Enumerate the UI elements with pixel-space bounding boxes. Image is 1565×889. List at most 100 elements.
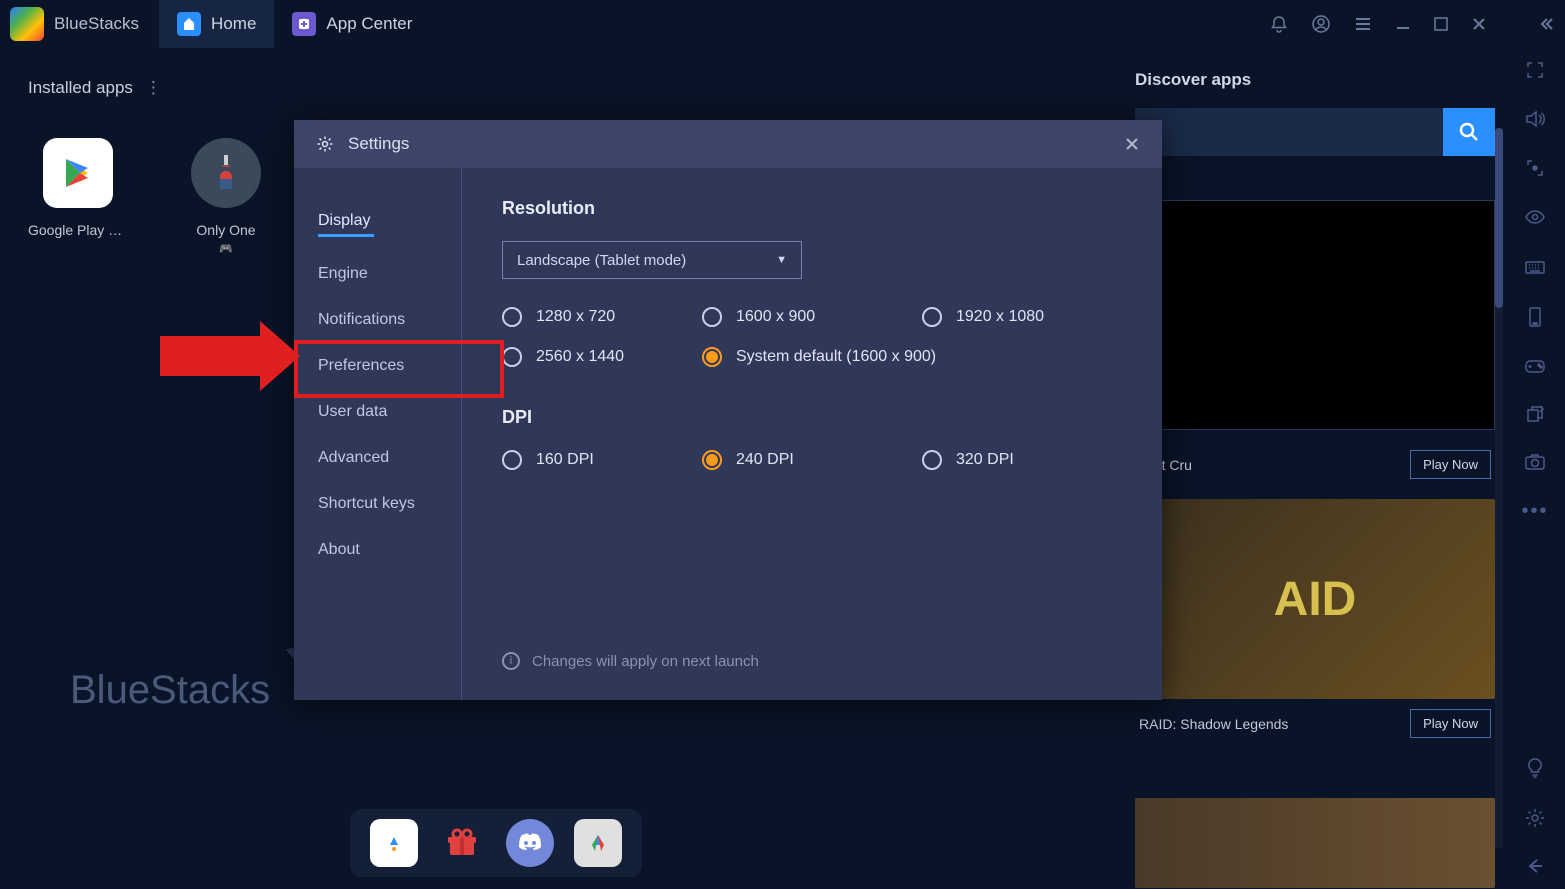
radio-320dpi[interactable]: 320 DPI — [922, 450, 1122, 470]
dropdown-value: Landscape (Tablet mode) — [517, 252, 686, 269]
search-button[interactable] — [1443, 108, 1495, 156]
scrollbar-thumb[interactable] — [1495, 128, 1503, 308]
dpi-options: 160 DPI 240 DPI 320 DPI — [502, 450, 1122, 470]
more-dots-icon[interactable]: ••• — [1521, 500, 1548, 523]
radio-label: 1280 x 720 — [536, 308, 615, 326]
nav-item-shortcut-keys[interactable]: Shortcut keys — [318, 481, 461, 527]
right-sidebar: ••• — [1505, 48, 1565, 889]
hamburger-icon[interactable] — [1353, 14, 1373, 34]
promo-card-1[interactable] — [1135, 200, 1495, 430]
radio-icon — [702, 307, 722, 327]
location-toggle-icon[interactable] — [1525, 158, 1545, 178]
minimize-icon[interactable] — [1395, 16, 1411, 32]
dock-gift-icon[interactable] — [438, 819, 486, 867]
dock-more-icon[interactable] — [574, 819, 622, 867]
dock-bluestacks-icon[interactable] — [370, 819, 418, 867]
settings-header: Settings — [294, 120, 1162, 168]
fullscreen-icon[interactable] — [1525, 60, 1545, 80]
dock-discord-icon[interactable] — [506, 819, 554, 867]
radio-label: 1600 x 900 — [736, 308, 815, 326]
gamepad-icon[interactable] — [1523, 356, 1547, 376]
camera-icon[interactable] — [1524, 452, 1546, 472]
radio-label: 160 DPI — [536, 451, 594, 469]
tab-app-center[interactable]: App Center — [274, 0, 430, 48]
settings-content: Resolution Landscape (Tablet mode) ▼ 128… — [462, 168, 1162, 700]
copy-icon[interactable] — [1525, 404, 1545, 424]
app-tile-only-one[interactable]: Only One 🎮 — [176, 138, 276, 255]
nav-underline — [318, 234, 374, 237]
nav-item-advanced[interactable]: Advanced — [318, 435, 461, 481]
radio-1600x900[interactable]: 1600 x 900 — [702, 307, 922, 327]
radio-label: 2560 x 1440 — [536, 348, 624, 366]
promo-footer-2: RAID: Shadow Legends Play Now — [1135, 699, 1495, 748]
tab-app-center-label: App Center — [326, 14, 412, 34]
app-name: BlueStacks — [54, 14, 139, 34]
radio-label: 320 DPI — [956, 451, 1014, 469]
gamepad-badge-icon: 🎮 — [219, 242, 233, 255]
discover-panel: Discover apps a Lost Cru Play Now AID RA… — [1135, 70, 1495, 888]
radio-1280x720[interactable]: 1280 x 720 — [502, 307, 702, 327]
play-now-button-2[interactable]: Play Now — [1410, 709, 1491, 738]
caret-down-icon: ▼ — [776, 254, 787, 266]
promo-footer-1: Lost Cru Play Now — [1135, 440, 1495, 489]
eye-icon[interactable] — [1524, 206, 1546, 228]
promo-card-2[interactable]: AID — [1135, 499, 1495, 699]
radio-160dpi[interactable]: 160 DPI — [502, 450, 702, 470]
nav-item-preferences[interactable]: Preferences — [318, 343, 461, 389]
settings-nav: Display Engine Notifications Preferences… — [294, 168, 462, 700]
close-icon[interactable] — [1471, 16, 1487, 32]
nav-label: Display — [318, 212, 370, 229]
settings-title: Settings — [348, 134, 409, 154]
tab-home[interactable]: Home — [159, 0, 274, 48]
device-icon[interactable] — [1526, 306, 1544, 328]
window-controls — [1269, 14, 1555, 34]
radio-2560x1440[interactable]: 2560 x 1440 — [502, 347, 702, 367]
volume-icon[interactable] — [1524, 108, 1546, 130]
info-icon: i — [502, 652, 520, 670]
bluestacks-watermark: BlueStacks — [70, 668, 270, 713]
radio-icon — [502, 450, 522, 470]
bulb-icon[interactable] — [1525, 757, 1545, 779]
settings-gear-icon[interactable] — [1524, 807, 1546, 829]
back-icon[interactable] — [1525, 857, 1545, 875]
radio-240dpi[interactable]: 240 DPI — [702, 450, 922, 470]
radio-icon — [502, 347, 522, 367]
maximize-icon[interactable] — [1433, 16, 1449, 32]
radio-label: System default (1600 x 900) — [736, 348, 936, 366]
info-note-text: Changes will apply on next launch — [532, 653, 759, 670]
only-one-icon — [191, 138, 261, 208]
play-now-button-1[interactable]: Play Now — [1410, 450, 1491, 479]
nav-item-display[interactable]: Display — [318, 198, 461, 251]
gear-icon — [316, 135, 334, 153]
app-center-tab-icon — [292, 12, 316, 36]
promo-card-3[interactable] — [1135, 798, 1495, 888]
bell-icon[interactable] — [1269, 14, 1289, 34]
nav-item-user-data[interactable]: User data — [318, 389, 461, 435]
radio-icon — [922, 307, 942, 327]
radio-system-default[interactable]: System default (1600 x 900) — [702, 347, 1122, 367]
discover-scrollbar[interactable] — [1495, 128, 1503, 848]
keyboard-icon[interactable] — [1524, 256, 1546, 278]
app-label: Only One — [176, 222, 276, 238]
promo-partial-label: a — [1135, 176, 1495, 194]
search-row — [1135, 108, 1495, 156]
more-dots-icon[interactable]: ⋮ — [145, 78, 162, 98]
promo-2-art: AID — [1274, 572, 1357, 627]
collapse-sidebar-icon[interactable] — [1537, 15, 1555, 33]
info-note: i Changes will apply on next launch — [502, 652, 759, 670]
close-settings-icon[interactable] — [1124, 136, 1140, 152]
radio-icon-selected — [702, 347, 722, 367]
radio-label: 240 DPI — [736, 451, 794, 469]
account-icon[interactable] — [1311, 14, 1331, 34]
radio-1920x1080[interactable]: 1920 x 1080 — [922, 307, 1122, 327]
nav-item-about[interactable]: About — [318, 527, 461, 573]
radio-icon — [502, 307, 522, 327]
radio-icon — [922, 450, 942, 470]
nav-item-notifications[interactable]: Notifications — [318, 297, 461, 343]
display-mode-dropdown[interactable]: Landscape (Tablet mode) ▼ — [502, 241, 802, 279]
app-tile-play-store[interactable]: Google Play Store — [28, 138, 128, 255]
radio-icon-selected — [702, 450, 722, 470]
nav-item-engine[interactable]: Engine — [318, 251, 461, 297]
bluestacks-logo-icon — [10, 7, 44, 41]
search-input[interactable] — [1135, 108, 1443, 156]
